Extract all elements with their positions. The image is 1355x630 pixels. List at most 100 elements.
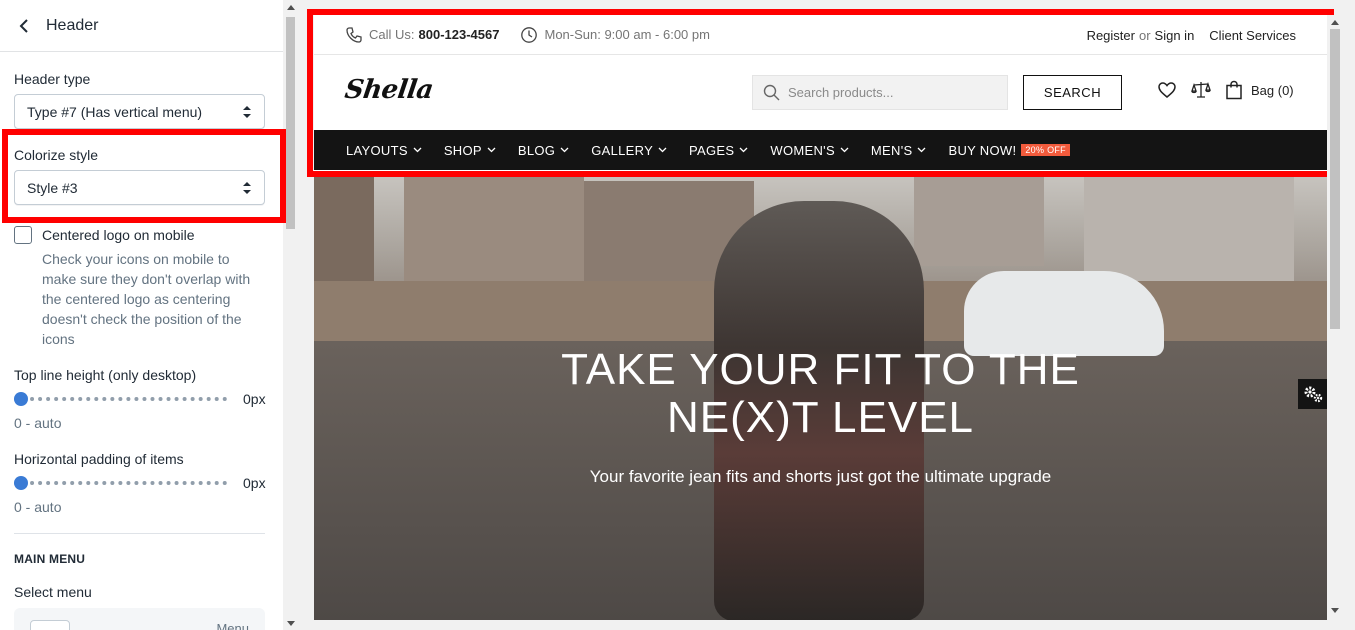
hero-banner: TAKE YOUR FIT TO THE NE(X)T LEVEL Your f…: [314, 171, 1327, 620]
nav-label: BLOG: [517, 142, 556, 158]
nav-label: GALLERY: [591, 142, 654, 158]
nav-item-gallery[interactable]: GALLERY: [591, 143, 667, 158]
search-input[interactable]: [788, 85, 998, 100]
chevron-left-icon: [19, 18, 28, 33]
scroll-up-arrow-icon[interactable]: [1331, 20, 1339, 25]
menu-picker[interactable]: Menu: [14, 608, 265, 630]
scrollbar-thumb[interactable]: [286, 17, 295, 229]
main-menu-heading: MAIN MENU: [14, 552, 86, 566]
header-icons: Bag (0): [1157, 80, 1294, 100]
header-type-select[interactable]: Type #7 (Has vertical menu): [14, 94, 265, 129]
or-text: or: [1138, 27, 1151, 43]
hero-building: [914, 171, 1044, 266]
centered-logo-row: Centered logo on mobile: [14, 226, 195, 244]
select-menu-label: Select menu: [14, 584, 92, 600]
nav-item-womens[interactable]: WOMEN'S: [770, 143, 849, 158]
slider-thumb[interactable]: [14, 476, 28, 490]
sign-in-link[interactable]: Sign in: [1155, 28, 1195, 43]
top-line-height-value: 0px: [243, 391, 266, 407]
header-type-label: Header type: [14, 71, 91, 87]
nav-item-blog[interactable]: BLOG: [518, 143, 569, 158]
search-box: [752, 75, 1008, 110]
panel-scrollbar[interactable]: [283, 0, 298, 630]
call-us: Call Us: 800-123-4567: [345, 26, 499, 44]
colorize-style-label: Colorize style: [14, 147, 99, 163]
horizontal-padding-value: 0px: [243, 475, 266, 491]
nav-item-pages[interactable]: PAGES: [689, 143, 748, 158]
nav-label: SHOP: [443, 142, 482, 158]
nav-item-shop[interactable]: SHOP: [444, 143, 496, 158]
account-links: Register or Sign in Client Services: [1087, 15, 1296, 55]
bag-icon: [1226, 80, 1242, 100]
chevron-down-icon: [560, 147, 569, 153]
call-us-label: Call Us:: [369, 27, 415, 42]
hero-title-line1: TAKE YOUR FIT TO THE: [561, 345, 1080, 394]
hero-title: TAKE YOUR FIT TO THE NE(X)T LEVEL: [314, 346, 1327, 442]
horizontal-padding-label: Horizontal padding of items: [14, 451, 184, 467]
select-arrows-icon: [243, 181, 251, 194]
discount-badge: 20% OFF: [1021, 144, 1070, 156]
clock-icon: [521, 26, 538, 43]
centered-logo-help: Check your icons on mobile to make sure …: [42, 251, 251, 347]
scroll-down-arrow-icon[interactable]: [287, 621, 295, 626]
nav-label: LAYOUTS: [346, 142, 408, 158]
top-line-height-label: Top line height (only desktop): [14, 367, 197, 383]
nav-label: WOMEN'S: [770, 142, 835, 158]
chevron-down-icon: [413, 147, 422, 153]
colorize-style-select[interactable]: Style #3: [14, 170, 265, 205]
select-arrows-icon: [243, 105, 251, 118]
gears-icon: [1304, 386, 1322, 403]
back-button[interactable]: [14, 16, 34, 36]
top-line-height-slider-row: 0px: [14, 391, 266, 407]
scroll-up-arrow-icon[interactable]: [287, 5, 295, 10]
nav-item-mens[interactable]: MEN'S: [871, 143, 927, 158]
chevron-down-icon: [487, 147, 496, 153]
settings-panel: Header Header type Type #7 (Has vertical…: [0, 0, 298, 630]
chevron-down-icon: [918, 147, 926, 153]
header-type-value: Type #7 (Has vertical menu): [27, 103, 203, 120]
store-logo[interactable]: Shella: [343, 75, 435, 105]
settings-gear-button[interactable]: [1298, 379, 1327, 409]
hero-car: [964, 271, 1164, 356]
main-header: Shella SEARCH Bag (0): [314, 55, 1327, 130]
scroll-down-arrow-icon[interactable]: [1331, 608, 1339, 613]
nav-label: MEN'S: [870, 142, 913, 158]
centered-logo-label: Centered logo on mobile: [42, 227, 195, 243]
top-line-height-hint: 0 - auto: [14, 415, 62, 431]
search-button[interactable]: SEARCH: [1023, 75, 1122, 110]
search-icon: [763, 84, 780, 101]
horizontal-padding-slider[interactable]: [14, 476, 227, 490]
client-services-link[interactable]: Client Services: [1209, 28, 1296, 43]
top-line-height-slider[interactable]: [14, 392, 227, 406]
chevron-down-icon: [739, 147, 748, 153]
nav-label: BUY NOW!: [948, 142, 1017, 158]
store-preview: Call Us: 800-123-4567 Mon-Sun: 9:00 am -…: [314, 15, 1327, 620]
chevron-down-icon: [658, 147, 667, 153]
hours-text: Mon-Sun: 9:00 am - 6:00 pm: [544, 27, 710, 42]
hero-title-line2: NE(X)T LEVEL: [666, 393, 975, 442]
centered-logo-checkbox[interactable]: [14, 226, 32, 244]
menu-thumbnail: [30, 620, 70, 630]
top-bar: Call Us: 800-123-4567 Mon-Sun: 9:00 am -…: [314, 15, 1327, 55]
phone-number[interactable]: 800-123-4567: [419, 27, 500, 42]
phone-icon: [346, 26, 362, 43]
bag-label: Bag (0): [1251, 82, 1294, 98]
nav-item-layouts[interactable]: LAYOUTS: [346, 143, 422, 158]
hero-building: [404, 171, 584, 291]
heart-icon[interactable]: [1157, 80, 1177, 100]
scrollbar-thumb[interactable]: [1330, 29, 1340, 329]
compare-scale-icon[interactable]: [1191, 80, 1211, 100]
panel-body: Header type Type #7 (Has vertical menu) …: [0, 53, 282, 630]
horizontal-padding-slider-row: 0px: [14, 475, 266, 491]
horizontal-padding-hint: 0 - auto: [14, 499, 62, 515]
main-nav: LAYOUTS SHOP BLOG GALLERY PAGES WOMEN'S …: [314, 130, 1327, 170]
panel-header: Header: [0, 0, 297, 52]
panel-title: Header: [46, 16, 99, 34]
bag-button[interactable]: Bag (0): [1225, 80, 1294, 100]
hero-subtitle: Your favorite jean fits and shorts just …: [589, 467, 1052, 486]
slider-thumb[interactable]: [14, 392, 28, 406]
nav-item-buy-now[interactable]: BUY NOW! 20% OFF: [948, 143, 1070, 158]
register-link[interactable]: Register: [1087, 28, 1135, 43]
preview-scrollbar[interactable]: [1327, 15, 1343, 620]
nav-label: PAGES: [689, 142, 735, 158]
